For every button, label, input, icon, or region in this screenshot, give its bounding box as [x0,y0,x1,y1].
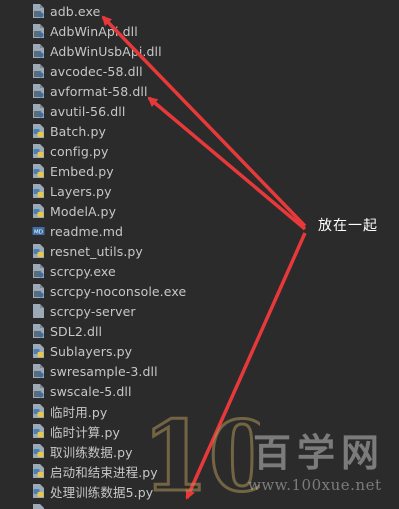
file-item[interactable]: 处理训练数据5.py [32,481,186,501]
dll-file-icon [32,383,45,399]
python-file-icon [32,443,45,459]
file-item-label: AdbWinUsbApi.dll [50,43,162,59]
file-item-label: avcodec-58.dll [50,63,143,79]
dll-file-icon [32,23,45,39]
file-item[interactable]: Layers.py [32,181,186,201]
file-item[interactable] [32,501,186,509]
python-file-icon [32,163,45,179]
dll-file-icon [32,83,45,99]
file-item-label: AdbWinApi.dll [50,23,138,39]
file-item[interactable]: 临时计算.py [32,421,186,441]
file-item[interactable]: avcodec-58.dll [32,61,186,81]
file-item-label: readme.md [50,223,124,239]
dll-file-icon [32,363,45,379]
file-item-label: Batch.py [50,123,107,139]
executable-file-icon [32,263,45,279]
file-item[interactable]: 取训练数据.py [32,441,186,461]
markdown-file-icon: MD [32,223,45,239]
file-item-label: swresample-3.dll [50,363,158,379]
file-item-label: 取训练数据.py [50,444,133,460]
python-file-icon [32,483,45,499]
file-item-label: ModelA.py [50,203,117,219]
generic-file-icon [32,303,45,319]
file-item-label: swscale-5.dll [50,383,132,399]
dll-file-icon [32,43,45,59]
file-item[interactable]: swscale-5.dll [32,381,186,401]
file-explorer-panel: adb.exe AdbWinApi.dll AdbWinUsbApi.dll avco… [0,0,399,509]
executable-file-icon [32,3,45,19]
file-item[interactable]: avformat-58.dll [32,81,186,101]
file-item-label: 临时计算.py [50,424,121,440]
python-file-icon [32,503,45,509]
executable-file-icon [32,283,45,299]
file-item[interactable]: AdbWinApi.dll [32,21,186,41]
file-item-label: scrcpy.exe [50,263,116,279]
file-item[interactable]: ModelA.py [32,201,186,221]
file-item[interactable]: AdbWinUsbApi.dll [32,41,186,61]
file-item[interactable]: adb.exe [32,1,186,21]
file-item-label: 处理训练数据5.py [50,484,154,500]
python-file-icon [32,243,45,259]
file-list: adb.exe AdbWinApi.dll AdbWinUsbApi.dll avco… [32,1,186,509]
file-item-label: Embed.py [50,163,114,179]
file-item[interactable]: 临时用.py [32,401,186,421]
file-item[interactable]: scrcpy-noconsole.exe [32,281,186,301]
python-file-icon [32,143,45,159]
file-item-label: avformat-58.dll [50,83,148,99]
file-item-label: avutil-56.dll [50,103,126,119]
python-file-icon [32,423,45,439]
watermark-title: 百学网 [253,430,386,475]
file-item-label: Layers.py [50,183,112,199]
dll-file-icon [32,63,45,79]
dll-file-icon [32,323,45,339]
file-item[interactable]: swresample-3.dll [32,361,186,381]
dll-file-icon [32,103,45,119]
file-item-label: scrcpy-server [50,303,136,319]
file-item[interactable]: resnet_utils.py [32,241,186,261]
file-item-label: adb.exe [50,3,101,19]
file-item[interactable]: avutil-56.dll [32,101,186,121]
file-item[interactable]: scrcpy-server [32,301,186,321]
file-item-label: 启动和结束进程.py [50,464,158,480]
file-item-label: Sublayers.py [50,343,133,359]
file-item-label: scrcpy-noconsole.exe [50,283,187,299]
arrow-to-processing-file [185,232,307,500]
watermark-url: www.100xue.net [248,476,382,494]
file-item-label: SDL2.dll [50,323,103,339]
file-item[interactable]: Sublayers.py [32,341,186,361]
python-file-icon [32,463,45,479]
file-item-label: config.py [50,143,109,159]
python-file-icon [32,403,45,419]
file-item[interactable]: MD readme.md [32,221,186,241]
file-item[interactable]: Batch.py [32,121,186,141]
file-item[interactable]: 启动和结束进程.py [32,461,186,481]
svg-text:MD: MD [34,230,43,236]
python-file-icon [32,183,45,199]
callout-label: 放在一起 [318,218,378,234]
python-file-icon [32,343,45,359]
file-item-label: resnet_utils.py [50,243,143,259]
python-file-icon [32,203,45,219]
file-item[interactable]: SDL2.dll [32,321,186,341]
python-file-icon [32,123,45,139]
file-item[interactable]: scrcpy.exe [32,261,186,281]
file-item-label: 临时用.py [50,404,108,420]
file-item[interactable]: config.py [32,141,186,161]
file-item[interactable]: Embed.py [32,161,186,181]
